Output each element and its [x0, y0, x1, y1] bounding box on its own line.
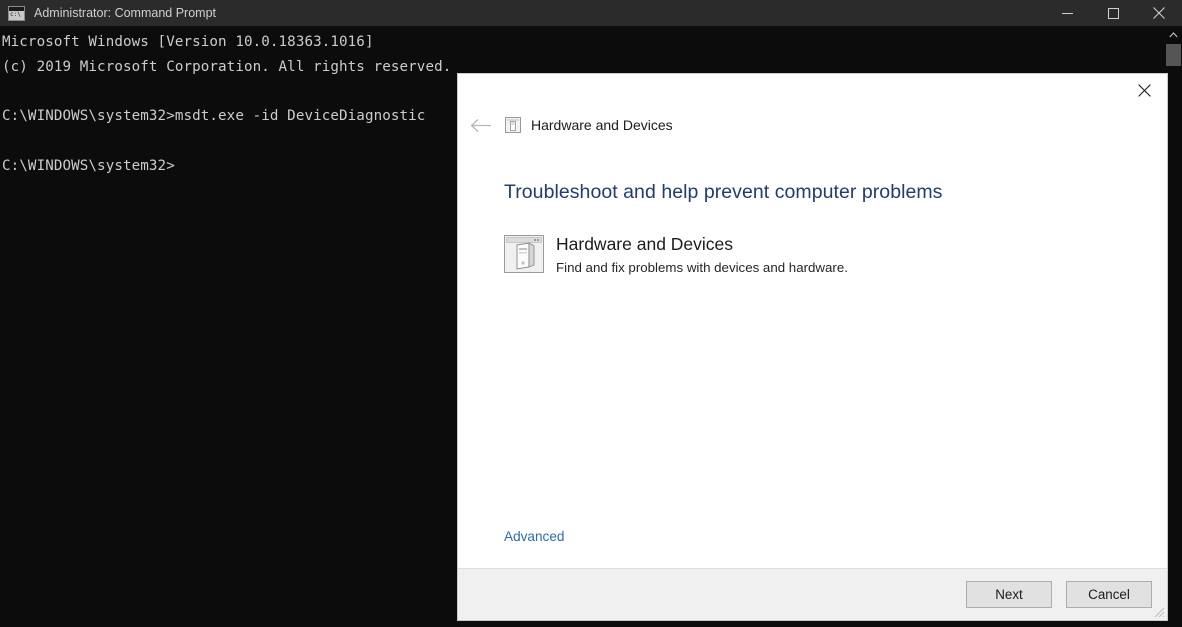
cancel-button[interactable]: Cancel: [1066, 581, 1152, 608]
dialog-navigation-bar: Hardware and Devices: [458, 107, 1167, 143]
hardware-devices-icon: [505, 117, 521, 133]
close-icon: [1138, 84, 1151, 97]
advanced-link[interactable]: Advanced: [504, 529, 564, 544]
dialog-titlebar[interactable]: [458, 74, 1167, 107]
console-line: Microsoft Windows [Version 10.0.18363.10…: [2, 34, 374, 50]
console-scrollbar[interactable]: [1165, 26, 1182, 627]
page-title: Troubleshoot and help prevent computer p…: [504, 181, 943, 203]
scroll-up-button[interactable]: [1165, 26, 1182, 43]
hardware-devices-large-icon: [504, 235, 544, 273]
resize-grip-icon[interactable]: [1151, 604, 1165, 618]
back-arrow-icon: [470, 118, 491, 132]
maximize-button[interactable]: [1090, 0, 1136, 26]
close-button[interactable]: [1136, 0, 1182, 26]
troubleshooter-list-item[interactable]: Hardware and Devices Find and fix proble…: [504, 233, 1121, 276]
scrollbar-thumb[interactable]: [1166, 44, 1181, 66]
maximize-icon: [1107, 7, 1119, 19]
minimize-icon: [1061, 12, 1073, 14]
console-titlebar[interactable]: Administrator: Command Prompt: [0, 0, 1182, 26]
back-button[interactable]: [466, 112, 496, 138]
dialog-footer: Next Cancel: [458, 568, 1167, 620]
troubleshooter-item-name: Hardware and Devices: [556, 234, 734, 254]
dialog-nav-title: Hardware and Devices: [531, 117, 673, 133]
command-prompt-icon: [8, 5, 25, 21]
window-controls: [1044, 0, 1182, 26]
chevron-up-icon: [1169, 31, 1178, 37]
dialog-content-area: Troubleshoot and help prevent computer p…: [458, 143, 1167, 615]
minimize-button[interactable]: [1044, 0, 1090, 26]
close-icon: [1153, 7, 1165, 19]
dialog-close-button[interactable]: [1122, 74, 1167, 107]
troubleshooter-dialog: Hardware and Devices Troubleshoot and he…: [458, 74, 1167, 620]
console-window-title: Administrator: Command Prompt: [34, 6, 217, 20]
next-button[interactable]: Next: [966, 581, 1052, 608]
troubleshooter-item-description: Find and fix problems with devices and h…: [556, 260, 848, 275]
troubleshooter-item-text: Hardware and Devices Find and fix proble…: [556, 233, 848, 276]
